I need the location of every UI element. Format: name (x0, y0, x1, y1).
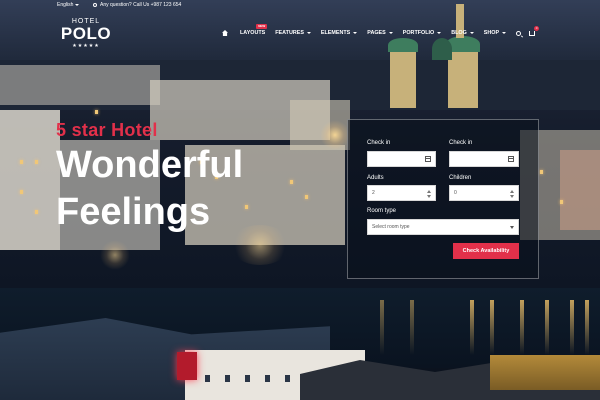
chevron-down-icon (75, 4, 80, 6)
checkin-date-input[interactable] (367, 151, 436, 167)
lit-window (560, 200, 563, 204)
street-light (100, 240, 130, 270)
light-reflection (545, 300, 549, 355)
lit-window (290, 180, 293, 184)
hero-kicker: 5 star Hotel (56, 120, 158, 140)
cathedral-tower (390, 48, 416, 108)
spinner-icon[interactable] (510, 190, 514, 198)
light-reflection (520, 300, 524, 355)
logo-stars: ★★★★★ (72, 43, 100, 49)
nav-item-label: SHOP (483, 30, 500, 36)
roomtype-label: Room type (367, 208, 397, 214)
new-badge: NEW (256, 24, 268, 29)
nav-item-pages[interactable]: PAGES (367, 30, 393, 36)
search-icon[interactable] (516, 30, 522, 36)
nav-item-label: PAGES (367, 30, 386, 36)
chevron-down-icon (502, 32, 507, 34)
light-reflection (410, 300, 414, 355)
spinner-icon[interactable] (427, 190, 431, 198)
nav-item-features[interactable]: FEATURES (275, 30, 311, 36)
street-light (230, 225, 290, 265)
roomtype-value: Select room type (372, 224, 410, 230)
building (0, 110, 60, 250)
neon-sign (177, 352, 197, 380)
nav-item-label: ELEMENTS (320, 30, 351, 36)
main-nav: LAYOUTS NEW FEATURES ELEMENTS PAGES PORT… (222, 24, 540, 39)
language-selector[interactable]: English (57, 2, 80, 8)
calendar-icon (508, 156, 514, 162)
cathedral-tower (448, 48, 478, 108)
chevron-down-icon (306, 32, 311, 34)
logo-main-text: POLO (60, 24, 112, 43)
cart-icon[interactable]: 0 (529, 25, 540, 36)
site-logo[interactable]: HOTEL POLO ★★★★★ (56, 18, 116, 52)
adults-value: 2 (372, 190, 375, 196)
nav-item-label: BLOG (451, 30, 467, 36)
chevron-down-icon (437, 32, 442, 34)
lit-window (305, 195, 308, 199)
home-icon[interactable] (222, 30, 228, 36)
nav-item-label: PORTFOLIO (402, 30, 435, 36)
top-bar: English Any question? Call Us +987 123 6… (0, 0, 600, 12)
phone-icon (93, 3, 97, 7)
building (0, 65, 160, 105)
house-window (225, 375, 230, 382)
light-reflection (490, 300, 494, 355)
cathedral-dome (388, 38, 418, 52)
children-value: 0 (454, 190, 457, 196)
nav-item-label: LAYOUTS (240, 30, 266, 36)
street-light (320, 120, 350, 150)
foreground-house (490, 355, 600, 390)
nav-item-portfolio[interactable]: PORTFOLIO (402, 30, 442, 36)
lit-window (245, 205, 248, 209)
cart-count-badge: 0 (534, 25, 540, 31)
nav-item-layouts[interactable]: LAYOUTS NEW (240, 24, 268, 36)
light-reflection (585, 300, 589, 355)
house-window (265, 375, 270, 382)
adults-stepper[interactable]: 2 (367, 185, 436, 201)
light-reflection (570, 300, 574, 355)
lit-window (35, 210, 38, 214)
nav-item-label: FEATURES (275, 30, 304, 36)
house-window (205, 375, 210, 382)
lit-window (20, 190, 23, 194)
check-availability-button[interactable]: Check Availability (453, 243, 519, 259)
lit-window (35, 160, 38, 164)
adults-label: Adults (367, 175, 384, 181)
hero-title-line-2: Feelings (56, 191, 211, 233)
checkin-label: Check in (367, 140, 391, 146)
lit-window (95, 110, 98, 114)
chevron-down-icon (388, 32, 393, 34)
children-label: Children (449, 175, 472, 181)
light-reflection (380, 300, 384, 355)
light-reflection (470, 300, 474, 355)
nav-item-shop[interactable]: SHOP (483, 30, 507, 36)
chevron-down-icon (353, 32, 358, 34)
lit-window (20, 160, 23, 164)
calendar-icon (425, 156, 431, 162)
checkout-label: Check in (449, 140, 473, 146)
house-window (285, 375, 290, 382)
chevron-down-icon (469, 32, 474, 34)
nav-item-elements[interactable]: ELEMENTS (320, 30, 358, 36)
language-label: English (57, 2, 74, 8)
roomtype-select[interactable]: Select room type (367, 219, 519, 235)
chevron-down-icon (510, 226, 514, 229)
house-window (245, 375, 250, 382)
hero-title-line-1: Wonderful (56, 144, 244, 186)
contact-info: Any question? Call Us +987 123 654 (93, 2, 181, 8)
lit-window (540, 170, 543, 174)
children-stepper[interactable]: 0 (449, 185, 519, 201)
cathedral-dome (432, 38, 452, 60)
contact-text: Any question? Call Us +987 123 654 (100, 2, 182, 8)
checkout-date-input[interactable] (449, 151, 519, 167)
nav-item-blog[interactable]: BLOG (451, 30, 474, 36)
building (560, 150, 600, 230)
